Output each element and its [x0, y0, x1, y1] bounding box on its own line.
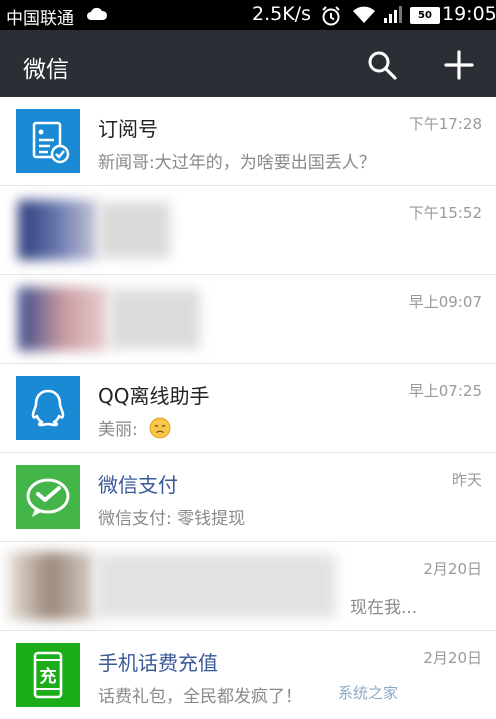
qq-penguin-icon [16, 376, 80, 440]
chat-row-subscriptions[interactable]: 订阅号 新闻哥:大过年的，为啥要出国丢人？ 下午17:28 [0, 97, 496, 186]
wechat-pay-icon [16, 465, 80, 529]
clock: 19:05 [442, 3, 496, 25]
blurred-content [96, 554, 336, 618]
chat-preview: 美丽: [98, 415, 171, 440]
chat-row-phone-recharge[interactable]: 充 手机话费充值 话费礼包，全民都发疯了！ 2月20日 [0, 631, 496, 719]
chat-preview: 话费礼包，全民都发疯了！ [98, 687, 302, 707]
chat-time: 2月20日 [423, 649, 482, 667]
cloud-icon [87, 7, 108, 20]
blurred-avatar [18, 200, 98, 260]
chat-row-wechat-pay[interactable]: 微信支付 微信支付: 零钱提现 昨天 [0, 453, 496, 542]
search-icon[interactable] [366, 49, 398, 81]
chat-time: 下午17:28 [408, 115, 482, 133]
sad-face-emoji-icon [149, 417, 171, 439]
chat-preview: 新闻哥:大过年的，为啥要出国丢人？ [98, 153, 376, 173]
recharge-glyph: 充 [39, 667, 57, 687]
signal-icon [384, 6, 402, 23]
phone-recharge-icon: 充 [16, 643, 80, 707]
battery-indicator: 50 [410, 7, 440, 24]
blurred-content [110, 289, 200, 349]
chat-row-blurred-1[interactable]: 下午15:52 [0, 186, 496, 275]
chat-preview-text: 美丽: [98, 420, 138, 440]
chat-preview: 微信支付: 零钱提现 [98, 509, 246, 529]
chat-name: QQ离线助手 [98, 384, 210, 408]
wifi-icon [353, 6, 375, 23]
chat-name: 微信支付 [98, 473, 178, 497]
subscription-icon [16, 109, 80, 173]
watermark: 系统之家 [338, 684, 399, 702]
app-bar: 微信 [0, 30, 496, 97]
chat-row-blurred-3[interactable]: 现在我... 2月20日 [0, 542, 496, 631]
blurred-avatar [18, 287, 108, 351]
chat-name: 订阅号 [98, 117, 158, 141]
chat-row-blurred-2[interactable]: 早上09:07 [0, 275, 496, 364]
chat-time: 2月20日 [423, 560, 482, 578]
chat-time: 早上07:25 [408, 382, 482, 400]
status-bar: 中国联通 2.5K/s 50 19:05 [0, 0, 496, 30]
add-icon[interactable] [443, 49, 475, 81]
page-title: 微信 [23, 57, 69, 83]
chat-preview: 现在我... [350, 598, 418, 618]
network-speed: 2.5K/s [252, 3, 311, 25]
chat-time: 下午15:52 [408, 204, 482, 222]
chat-row-qq-offline-assistant[interactable]: QQ离线助手 美丽: 早上07:25 [0, 364, 496, 453]
blurred-content [100, 202, 170, 258]
chat-name: 手机话费充值 [98, 651, 218, 675]
carrier-label: 中国联通 [6, 9, 74, 29]
alarm-icon [322, 6, 340, 26]
chat-time: 早上09:07 [408, 293, 482, 311]
chat-list: 订阅号 新闻哥:大过年的，为啥要出国丢人？ 下午17:28 下午15:52 早上… [0, 97, 496, 719]
blurred-avatar [8, 552, 94, 620]
chat-time: 昨天 [451, 471, 482, 489]
